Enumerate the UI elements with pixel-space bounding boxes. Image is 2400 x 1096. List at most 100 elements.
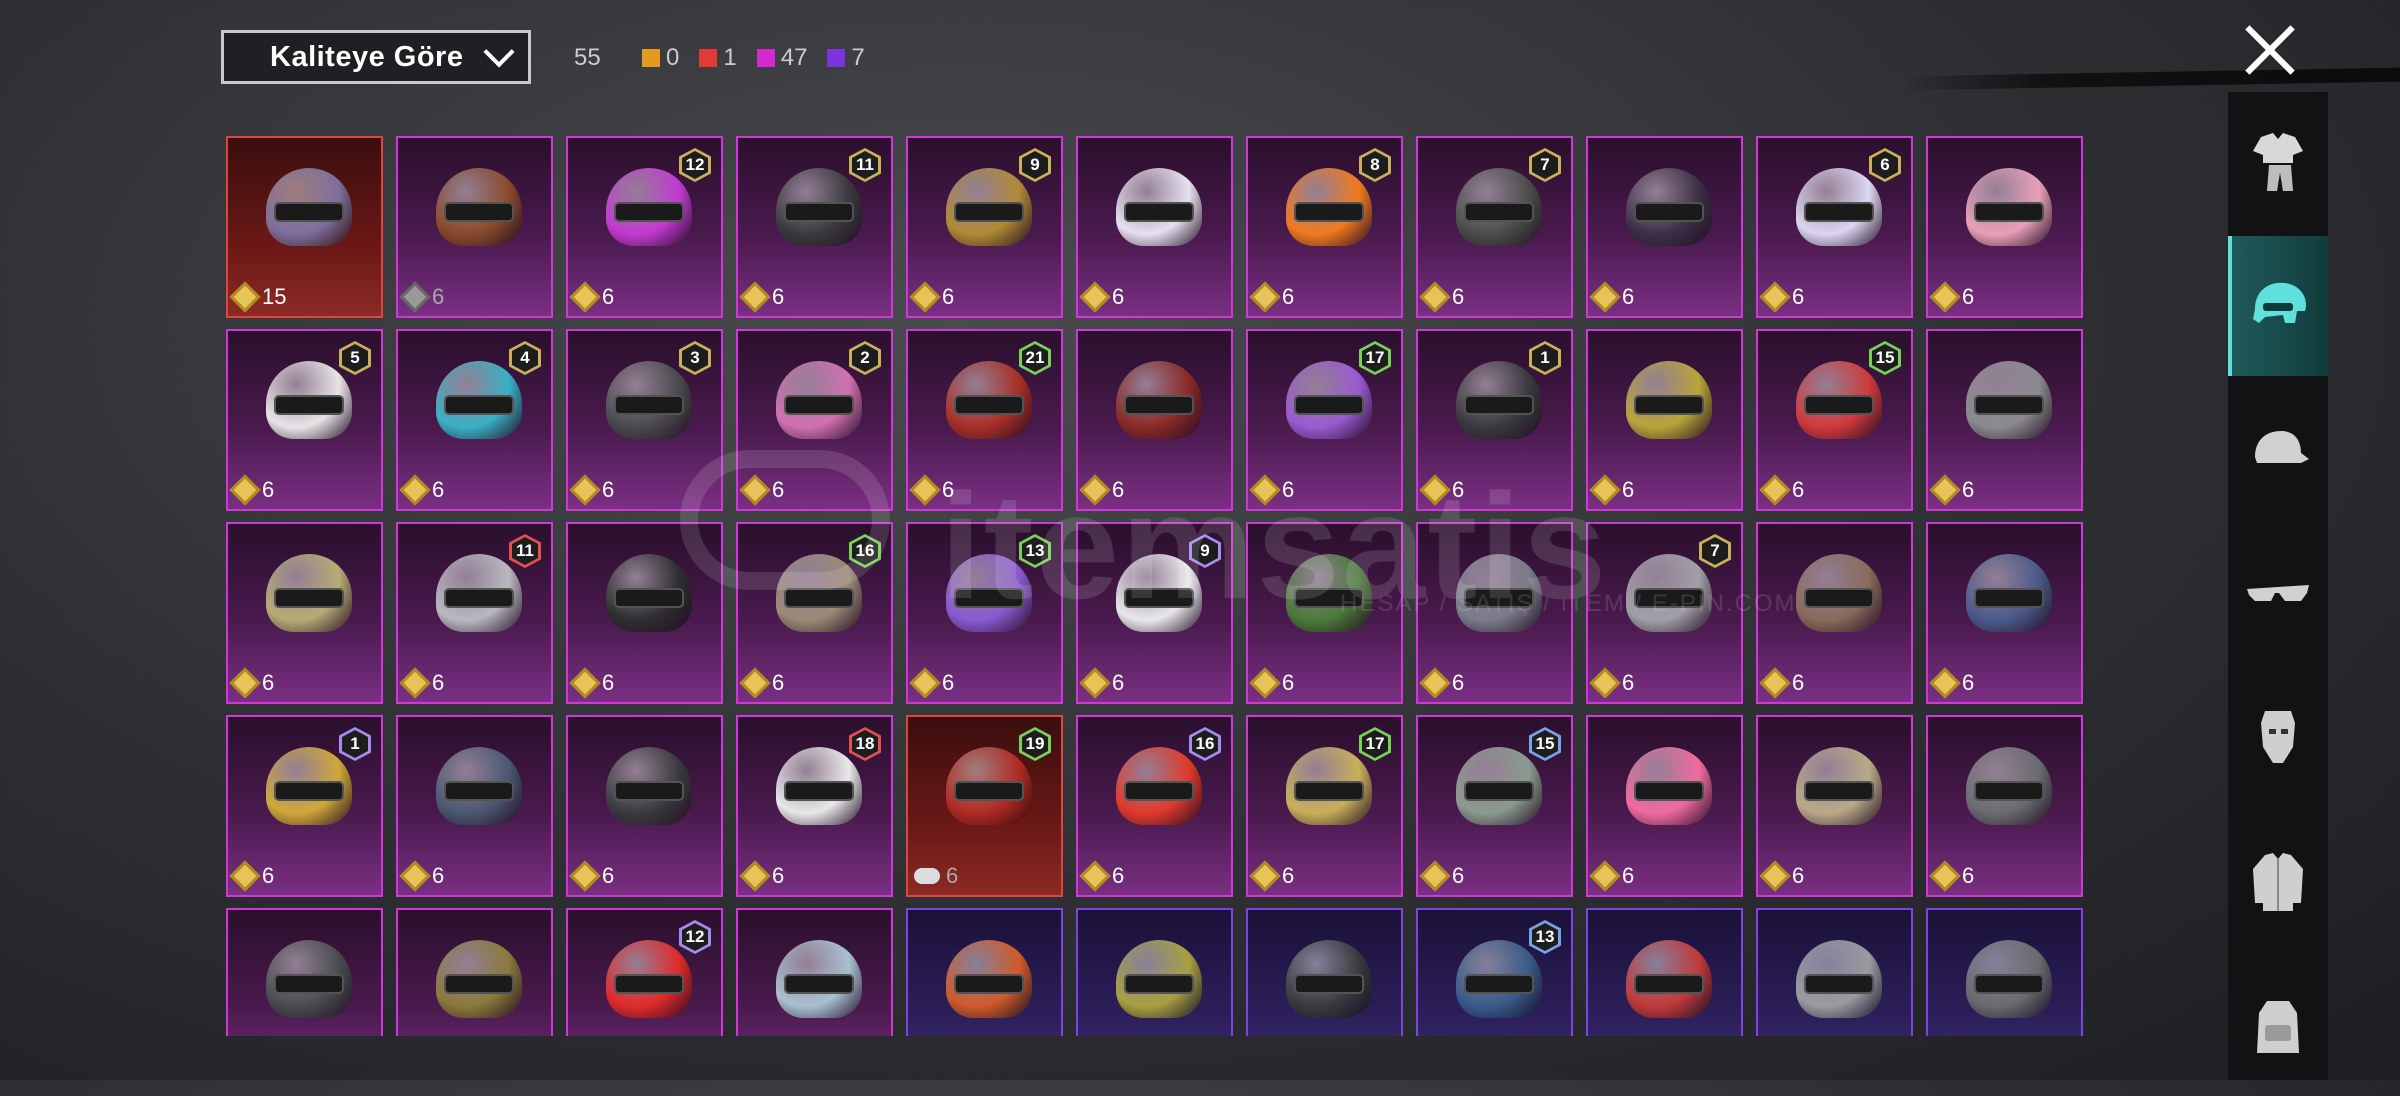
helmet-visor bbox=[614, 974, 684, 994]
inventory-item[interactable]: 36 bbox=[566, 329, 723, 511]
item-cost-value: 6 bbox=[942, 284, 955, 309]
inventory-item[interactable] bbox=[226, 908, 383, 1036]
currency-icon bbox=[1929, 667, 1961, 699]
inventory-item[interactable] bbox=[1246, 908, 1403, 1036]
inventory-item[interactable]: 6 bbox=[226, 522, 383, 704]
inventory-item[interactable]: 6 bbox=[1586, 136, 1743, 318]
sidebar-item-mask[interactable] bbox=[2228, 668, 2328, 808]
inventory-item[interactable] bbox=[1756, 908, 1913, 1036]
item-cost: 6 bbox=[399, 860, 444, 892]
inventory-item[interactable]: 13 6 bbox=[906, 522, 1063, 704]
helmet-visor bbox=[274, 781, 344, 801]
inventory-item[interactable]: 18 6 bbox=[736, 715, 893, 897]
inventory-item[interactable]: 12 bbox=[566, 908, 723, 1036]
close-icon[interactable] bbox=[2242, 22, 2298, 78]
inventory-item[interactable]: 11 6 bbox=[396, 522, 553, 704]
inventory-item[interactable]: 16 6 bbox=[736, 522, 893, 704]
helmet-image bbox=[1456, 168, 1542, 246]
inventory-item[interactable]: 13 bbox=[1416, 908, 1573, 1036]
inventory-item[interactable]: 86 bbox=[1246, 136, 1403, 318]
helmet-visor bbox=[1294, 395, 1364, 415]
inventory-item[interactable]: 6 bbox=[1926, 715, 2083, 897]
helmet-image bbox=[1796, 361, 1882, 439]
item-cost-value: 6 bbox=[602, 284, 615, 309]
inventory-item[interactable]: 6 bbox=[396, 715, 553, 897]
inventory-item[interactable]: 46 bbox=[396, 329, 553, 511]
inventory-item[interactable]: 6 bbox=[566, 522, 723, 704]
currency-icon bbox=[399, 667, 431, 699]
item-cost: 6 bbox=[1419, 860, 1464, 892]
inventory-item[interactable] bbox=[396, 908, 553, 1036]
helmet-image bbox=[1626, 940, 1712, 1018]
inventory-item[interactable] bbox=[906, 908, 1063, 1036]
inventory-item[interactable] bbox=[736, 908, 893, 1036]
helmet-visor bbox=[1464, 588, 1534, 608]
inventory-item[interactable]: 6 bbox=[1926, 329, 2083, 511]
inventory-item[interactable] bbox=[1076, 908, 1233, 1036]
inventory-item[interactable] bbox=[1926, 908, 2083, 1036]
level-badge: 11 bbox=[849, 148, 881, 182]
helmet-image bbox=[1966, 361, 2052, 439]
inventory-item[interactable]: 21 6 bbox=[906, 329, 1063, 511]
inventory-item[interactable]: 11 6 bbox=[736, 136, 893, 318]
total-count: 55 bbox=[574, 44, 601, 71]
helmet-visor bbox=[1294, 202, 1364, 222]
sidebar-item-helmet[interactable] bbox=[2228, 236, 2328, 376]
inventory-item[interactable]: 12 6 bbox=[566, 136, 723, 318]
helmet-image bbox=[1626, 747, 1712, 825]
chevron-down-icon bbox=[483, 36, 515, 68]
currency-icon bbox=[739, 474, 771, 506]
item-cost: 6 bbox=[1589, 667, 1634, 699]
inventory-item[interactable]: 15 bbox=[226, 136, 383, 318]
inventory-item[interactable]: 19 6 bbox=[906, 715, 1063, 897]
inventory-item[interactable]: 76 bbox=[1416, 136, 1573, 318]
inventory-item[interactable]: 26 bbox=[736, 329, 893, 511]
inventory-item[interactable]: 6 bbox=[1246, 522, 1403, 704]
item-cost-value: 6 bbox=[946, 863, 959, 888]
inventory-item[interactable]: 76 bbox=[1586, 522, 1743, 704]
inventory-item[interactable]: 6 bbox=[1926, 136, 2083, 318]
sidebar-item-hat[interactable] bbox=[2228, 380, 2328, 520]
sidebar-item-outfit[interactable] bbox=[2228, 92, 2328, 232]
inventory-item[interactable]: 6 bbox=[1756, 522, 1913, 704]
inventory-item[interactable]: 17 6 bbox=[1246, 715, 1403, 897]
inventory-item[interactable]: 16 6 bbox=[1076, 715, 1233, 897]
level-badge: 13 bbox=[1019, 534, 1051, 568]
currency-icon bbox=[1419, 474, 1451, 506]
helmet-visor bbox=[274, 588, 344, 608]
helmet-image bbox=[946, 168, 1032, 246]
inventory-item[interactable]: 6 bbox=[1586, 329, 1743, 511]
sidebar-item-jacket[interactable] bbox=[2228, 812, 2328, 952]
inventory-item[interactable]: 96 bbox=[1076, 522, 1233, 704]
inventory-item[interactable]: 6 bbox=[1416, 522, 1573, 704]
inventory-item[interactable]: 6 bbox=[566, 715, 723, 897]
inventory-item[interactable]: 56 bbox=[226, 329, 383, 511]
inventory-item[interactable]: 16 bbox=[1416, 329, 1573, 511]
inventory-item[interactable]: 6 bbox=[1756, 715, 1913, 897]
level-badge: 6 bbox=[1869, 148, 1901, 182]
sidebar-item-backpack[interactable] bbox=[2228, 956, 2328, 1096]
helmet-image bbox=[1116, 554, 1202, 632]
level-badge-number: 5 bbox=[342, 344, 368, 372]
sort-dropdown[interactable]: Kaliteye Göre bbox=[221, 30, 531, 84]
currency-icon bbox=[739, 667, 771, 699]
inventory-item[interactable]: 6 bbox=[1926, 522, 2083, 704]
helmet-visor bbox=[1634, 202, 1704, 222]
inventory-item[interactable] bbox=[1586, 908, 1743, 1036]
level-badge: 15 bbox=[1529, 727, 1561, 761]
sidebar-item-eyewear[interactable] bbox=[2228, 524, 2328, 664]
inventory-item[interactable]: 96 bbox=[906, 136, 1063, 318]
inventory-item[interactable]: 15 6 bbox=[1756, 329, 1913, 511]
inventory-item[interactable]: 15 6 bbox=[1416, 715, 1573, 897]
inventory-item[interactable]: 6 bbox=[1076, 136, 1233, 318]
level-badge-number: 13 bbox=[1532, 923, 1558, 951]
currency-icon bbox=[1079, 281, 1111, 313]
inventory-item[interactable]: 66 bbox=[1756, 136, 1913, 318]
currency-icon bbox=[1079, 474, 1111, 506]
inventory-item[interactable]: 17 6 bbox=[1246, 329, 1403, 511]
inventory-item[interactable]: 6 bbox=[1586, 715, 1743, 897]
inventory-item[interactable]: 6 bbox=[396, 136, 553, 318]
item-cost-value: 6 bbox=[1282, 863, 1295, 888]
inventory-item[interactable]: 16 bbox=[226, 715, 383, 897]
inventory-item[interactable]: 6 bbox=[1076, 329, 1233, 511]
